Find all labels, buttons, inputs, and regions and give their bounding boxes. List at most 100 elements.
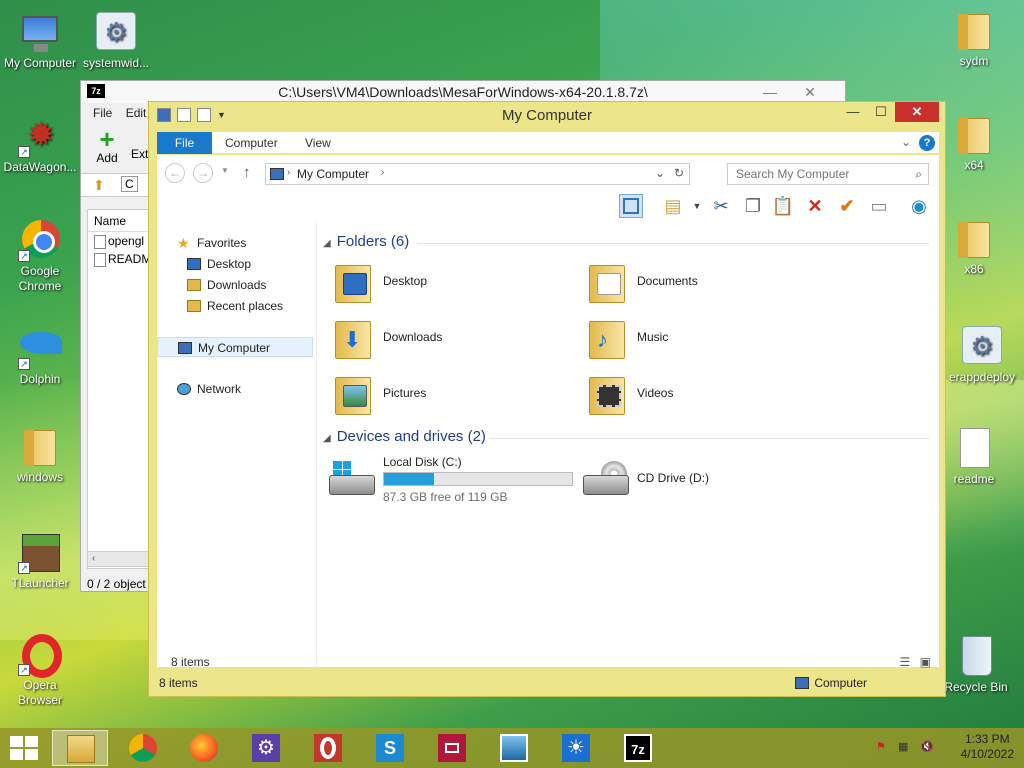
tab-view[interactable]: View xyxy=(305,132,331,154)
help-icon[interactable]: ? xyxy=(919,135,935,151)
shell-icon[interactable]: ◉ xyxy=(907,194,931,218)
nav-network[interactable]: Network xyxy=(157,379,313,399)
desktop-icon-opera[interactable]: ↗ Opera Browser xyxy=(0,632,80,708)
nav-recent-places[interactable]: Recent places xyxy=(157,296,313,316)
collapse-triangle-icon[interactable]: ◢ xyxy=(323,433,331,444)
desktop-icon-erappdeploy[interactable]: ⚙ erappdeploy xyxy=(940,324,1024,385)
folder-music[interactable]: ♪ Music xyxy=(577,313,817,365)
cut-icon[interactable]: ✂ xyxy=(709,194,733,218)
forward-button[interactable]: → xyxy=(193,163,213,183)
column-header-name[interactable]: Name xyxy=(88,210,156,232)
list-item[interactable]: opengl xyxy=(88,232,156,250)
folder-downloads[interactable]: ⬇ Downloads xyxy=(323,313,563,365)
nav-favorites[interactable]: ★ Favorites xyxy=(157,233,313,253)
desktop-icon-x64[interactable]: x64 xyxy=(934,112,1014,173)
desktop-icon-x86[interactable]: x86 xyxy=(934,216,1014,277)
nav-my-computer[interactable]: My Computer xyxy=(157,337,313,357)
taskbar-brightness[interactable]: ☀ xyxy=(548,730,604,766)
refresh-icon[interactable]: ↻ xyxy=(674,166,684,180)
maximize-button[interactable]: ☐ xyxy=(867,102,895,122)
taskbar-skype[interactable]: S xyxy=(362,730,418,766)
taskbar-opera[interactable] xyxy=(300,730,356,766)
delete-icon[interactable]: ✕ xyxy=(803,194,827,218)
drive-local-disk-c[interactable]: Local Disk (C:) 87.3 GB free of 119 GB xyxy=(323,455,573,507)
folder-videos[interactable]: Videos xyxy=(577,369,817,421)
taskbar-firefox[interactable] xyxy=(176,730,232,766)
taskbar-screen-recorder[interactable] xyxy=(424,730,480,766)
volume-muted-icon[interactable]: 🔇 xyxy=(920,740,934,754)
network-icon[interactable]: ▦ xyxy=(898,740,912,754)
nav-label: Recent places xyxy=(207,299,284,313)
checkmark-icon[interactable]: ✔ xyxy=(835,194,859,218)
desktop-icon-windows-folder[interactable]: windows xyxy=(0,424,80,485)
cd-drive-icon xyxy=(583,461,629,495)
chevron-down-icon[interactable]: ⌄ xyxy=(901,135,911,149)
desktop-icon-tlauncher[interactable]: ↗ TLauncher xyxy=(0,530,80,591)
menu-file[interactable]: File xyxy=(93,106,112,120)
taskbar-settings[interactable]: ⚙ xyxy=(238,730,294,766)
7zip-file-list[interactable]: Name opengl READM xyxy=(87,209,157,569)
drive-cd-d[interactable]: CD Drive (D:) xyxy=(577,455,817,507)
nav-desktop[interactable]: Desktop xyxy=(157,254,313,274)
up-folder-icon[interactable]: ⬆ xyxy=(93,177,105,194)
back-button[interactable]: ← xyxy=(165,163,185,183)
close-button[interactable]: ✕ xyxy=(895,102,939,122)
desktop-icon-readme[interactable]: readme xyxy=(934,426,1014,487)
taskbar-7zip[interactable]: 7z xyxy=(610,730,666,766)
desktop-icon-recycle-bin[interactable]: Recycle Bin xyxy=(936,634,1016,695)
folder-documents[interactable]: Documents xyxy=(577,257,817,309)
start-button[interactable] xyxy=(10,736,38,760)
7zip-titlebar[interactable]: 7z C:\Users\VM4\Downloads\MesaForWindows… xyxy=(81,81,845,103)
minimize-button[interactable]: — xyxy=(839,102,867,122)
preview-pane-icon[interactable] xyxy=(619,194,643,218)
details-view-icon[interactable]: ☰ xyxy=(900,655,911,669)
desktop-icon-label: Opera Browser xyxy=(17,678,62,707)
chevron-down-icon[interactable]: ▼ xyxy=(685,194,709,218)
desktop-icon-sydm[interactable]: sydm xyxy=(934,8,1014,69)
desktop-icon-my-computer[interactable]: My Computer xyxy=(0,10,80,71)
address-bar[interactable]: › My Computer › ⌄ ↻ xyxy=(265,163,690,185)
taskbar-photos[interactable] xyxy=(486,730,542,766)
action-center-flag-icon[interactable]: ⚑ xyxy=(876,740,890,754)
chevron-right-icon[interactable]: › xyxy=(287,167,290,178)
chevron-right-icon[interactable]: › xyxy=(381,167,384,178)
devices-group-header[interactable]: ◢ Devices and drives (2) xyxy=(323,428,486,445)
folder-pictures[interactable]: Pictures xyxy=(323,369,563,421)
minimize-button[interactable]: — xyxy=(755,81,785,103)
large-icons-view-icon[interactable]: ▣ xyxy=(920,655,931,669)
search-icon[interactable]: ⌕ xyxy=(915,167,922,182)
nav-downloads[interactable]: Downloads xyxy=(157,275,313,295)
rename-icon[interactable]: ▭ xyxy=(867,194,891,218)
up-arrow-icon[interactable]: ↑ xyxy=(243,164,251,181)
chevron-down-icon[interactable]: ⌄ xyxy=(655,166,665,180)
menu-edit[interactable]: Edit xyxy=(126,106,147,120)
copy-icon[interactable]: ❐ xyxy=(741,194,765,218)
folders-group-header[interactable]: ◢ Folders (6) xyxy=(323,233,409,250)
content-pane[interactable]: ◢ Folders (6) Desktop Documents ⬇ Downloa… xyxy=(317,221,939,667)
list-item[interactable]: READM xyxy=(88,250,156,268)
navigation-pane[interactable]: ★ Favorites Desktop Downloads Recent pla… xyxy=(157,221,317,667)
close-button[interactable]: ✕ xyxy=(795,81,825,103)
clock[interactable]: 1:33 PM 4/10/2022 xyxy=(961,732,1014,762)
folder-icon xyxy=(952,216,996,260)
explorer-titlebar[interactable]: ▼ My Computer — ☐ ✕ xyxy=(149,102,945,130)
desktop-icon-dolphin[interactable]: ↗ Dolphin xyxy=(0,326,80,387)
horizontal-scrollbar[interactable]: ‹ xyxy=(87,551,157,567)
taskbar-chrome[interactable] xyxy=(115,730,171,766)
add-button[interactable]: + Add xyxy=(95,126,119,165)
desktop-icon-datawagon[interactable]: ✹ ↗ DataWagon... xyxy=(0,114,80,175)
paste-icon[interactable]: 📋 xyxy=(771,194,795,218)
explorer-window[interactable]: ▼ My Computer — ☐ ✕ File Computer View ⌄… xyxy=(148,101,946,697)
recent-locations-dropdown[interactable]: ▼ xyxy=(221,166,229,175)
tab-file[interactable]: File xyxy=(157,132,212,154)
nav-label: Downloads xyxy=(207,278,267,292)
search-input[interactable] xyxy=(728,164,898,184)
folder-check-icon[interactable]: ▤ xyxy=(661,194,685,218)
desktop-icon-google-chrome[interactable]: ↗ Google Chrome xyxy=(0,218,80,294)
collapse-triangle-icon[interactable]: ◢ xyxy=(323,238,331,249)
folder-desktop[interactable]: Desktop xyxy=(323,257,563,309)
desktop-icon-systemwid[interactable]: ⚙ systemwid... xyxy=(76,10,156,71)
taskbar-file-explorer[interactable] xyxy=(52,730,108,766)
search-box[interactable]: ⌕ xyxy=(727,163,929,185)
tab-computer[interactable]: Computer xyxy=(225,132,278,154)
